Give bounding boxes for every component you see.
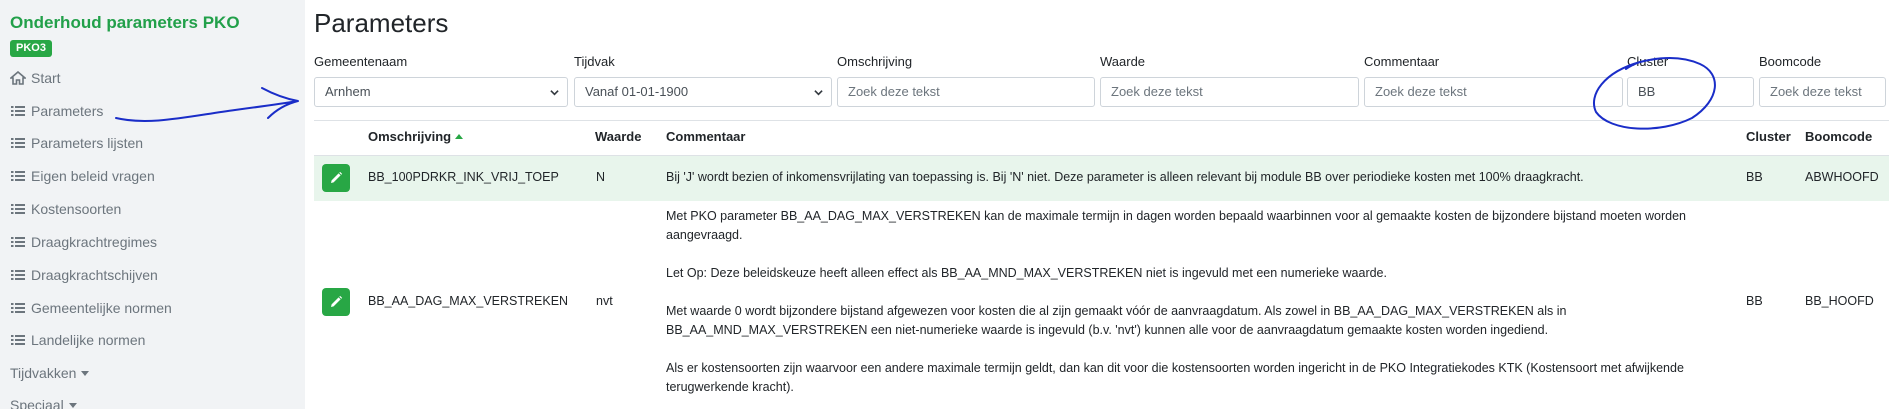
cell-cluster: BB [1746, 294, 1763, 308]
filter-label-boomcode: Boomcode [1759, 54, 1822, 69]
column-header-boomcode[interactable]: Boomcode [1805, 129, 1872, 144]
sidebar-item-parameters[interactable]: Parameters [10, 102, 103, 120]
column-header-waarde[interactable]: Waarde [595, 129, 641, 144]
cell-waarde: N [596, 170, 606, 184]
list-icon [11, 237, 25, 247]
list-icon [11, 204, 25, 214]
home-icon [10, 71, 26, 85]
caret-down-icon [68, 402, 77, 408]
boomcode-placeholder: Zoek deze tekst [1770, 84, 1862, 99]
sidebar-item-eigen-beleid-vragen[interactable]: Eigen beleid vragen [10, 167, 155, 185]
sidebar-item-label: Gemeentelijke normen [31, 300, 172, 316]
sidebar-item-draagkrachtschijven[interactable]: Draagkrachtschijven [10, 266, 158, 284]
comment-paragraph: Let Op: Deze beleidskeuze heeft alleen e… [666, 266, 1387, 280]
sidebar-item-label: Start [31, 70, 61, 86]
sidebar-item-label: Eigen beleid vragen [31, 168, 155, 184]
edit-button[interactable] [322, 288, 350, 316]
waarde-placeholder: Zoek deze tekst [1111, 84, 1203, 99]
cell-waarde: nvt [596, 294, 613, 308]
cell-commentaar: Met PKO parameter BB_AA_DAG_MAX_VERSTREK… [666, 207, 1721, 397]
sidebar-item-gemeentelijke-normen[interactable]: Gemeentelijke normen [10, 299, 172, 317]
column-header-omschrijving[interactable]: Omschrijving [368, 129, 464, 144]
boomcode-search-input[interactable]: Zoek deze tekst [1759, 77, 1886, 107]
cell-boomcode: ABWHOOFD [1805, 170, 1879, 184]
column-header-label: Omschrijving [368, 129, 452, 144]
pencil-icon [331, 171, 343, 183]
sidebar-item-label: Parameters [31, 103, 104, 119]
cell-omschrijving: BB_AA_DAG_MAX_VERSTREKEN [368, 294, 569, 308]
sidebar-item-kostensoorten[interactable]: Kostensoorten [10, 200, 121, 218]
sidebar-item-speciaal[interactable]: Speciaal [10, 396, 77, 409]
comment-paragraph: Met waarde 0 wordt bijzondere bijstand a… [666, 304, 1567, 337]
commentaar-search-input[interactable]: Zoek deze tekst [1364, 77, 1623, 107]
sidebar-item-draagkrachtregimes[interactable]: Draagkrachtregimes [10, 233, 157, 251]
app-title[interactable]: Onderhoud parameters PKO [10, 13, 240, 33]
cell-omschrijving: BB_100PDRKR_INK_VRIJ_TOEP [368, 170, 559, 184]
sidebar-item-landelijke-normen[interactable]: Landelijke normen [10, 331, 145, 349]
chevron-down-icon [814, 90, 823, 96]
tijdvak-select[interactable]: Vanaf 01-01-1900 [574, 77, 832, 107]
filter-label-gemeentenaam: Gemeentenaam [314, 54, 408, 69]
omschrijving-search-input[interactable]: Zoek deze tekst [837, 77, 1095, 107]
sidebar-item-label: Draagkrachtschijven [31, 267, 158, 283]
table-divider [314, 120, 1889, 121]
list-icon [11, 335, 25, 345]
tijdvak-select-value: Vanaf 01-01-1900 [585, 84, 689, 99]
gemeentenaam-select-value: Arnhem [325, 84, 371, 99]
sort-asc-icon [455, 134, 464, 139]
list-icon [11, 106, 25, 116]
sidebar-item-tijdvakken[interactable]: Tijdvakken [10, 364, 90, 382]
filter-label-tijdvak: Tijdvak [574, 54, 615, 69]
sidebar-item-label: Tijdvakken [10, 365, 77, 381]
caret-down-icon [81, 370, 90, 376]
sidebar-item-label: Speciaal [10, 397, 64, 409]
sidebar-item-start[interactable]: Start [10, 69, 61, 87]
cell-commentaar: Bij 'J' wordt bezien of inkomensvrijlati… [666, 170, 1584, 184]
cell-cluster: BB [1746, 170, 1763, 184]
cluster-search-input[interactable]: BB [1627, 77, 1754, 107]
page-title: Parameters [314, 8, 449, 38]
list-icon [11, 270, 25, 280]
sidebar: Onderhoud parameters PKO PKO3 Start Para… [0, 0, 305, 409]
list-icon [11, 138, 25, 148]
cell-boomcode: BB_HOOFD [1805, 294, 1874, 308]
sidebar-item-label: Landelijke normen [31, 332, 146, 348]
comment-paragraph: Met PKO parameter BB_AA_DAG_MAX_VERSTREK… [666, 209, 1686, 242]
commentaar-placeholder: Zoek deze tekst [1375, 84, 1467, 99]
chevron-down-icon [550, 90, 559, 96]
filter-label-commentaar: Commentaar [1364, 54, 1440, 69]
list-icon [11, 303, 25, 313]
filter-label-omschrijving: Omschrijving [837, 54, 913, 69]
comment-paragraph: Als er kostensoorten zijn waarvoor een a… [666, 361, 1684, 394]
cluster-input-value: BB [1638, 84, 1656, 99]
sidebar-item-label: Parameters lijsten [31, 135, 144, 151]
sidebar-item-label: Draagkrachtregimes [31, 234, 158, 250]
gemeentenaam-select[interactable]: Arnhem [314, 77, 568, 107]
sidebar-item-parameters-lijsten[interactable]: Parameters lijsten [10, 134, 143, 152]
filter-label-cluster: Cluster [1627, 54, 1669, 69]
edit-button[interactable] [322, 164, 350, 192]
waarde-search-input[interactable]: Zoek deze tekst [1100, 77, 1359, 107]
omschrijving-placeholder: Zoek deze tekst [848, 84, 940, 99]
filter-label-waarde: Waarde [1100, 54, 1146, 69]
list-icon [11, 171, 25, 181]
column-header-cluster[interactable]: Cluster [1746, 129, 1791, 144]
pencil-icon [331, 295, 343, 307]
sidebar-item-label: Kostensoorten [31, 201, 122, 217]
column-header-commentaar[interactable]: Commentaar [666, 129, 745, 144]
app-badge: PKO3 [10, 40, 52, 57]
